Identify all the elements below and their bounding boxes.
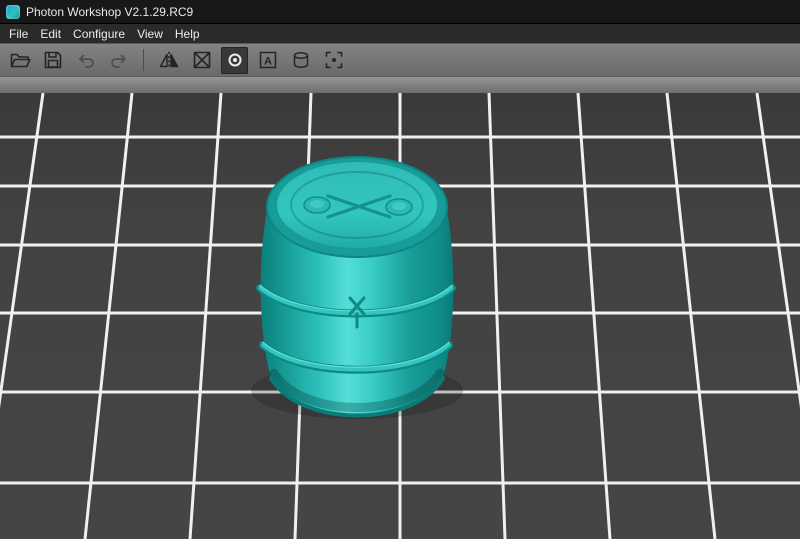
redo-button[interactable] [105,47,132,74]
svg-text:A: A [264,55,272,67]
resin-button[interactable] [287,47,314,74]
toolbar-lower-band [0,76,800,93]
barrel-bung-left [303,196,331,214]
build-plate-viewport[interactable] [0,93,800,539]
window-title: Photon Workshop V2.1.29.RC9 [26,4,194,19]
circle-dot-icon [228,53,241,67]
menu-view[interactable]: View [131,24,169,43]
frame-target-icon [325,51,342,69]
text-button[interactable]: A [254,47,281,74]
box-cross-icon [193,51,210,69]
undo-button[interactable] [72,47,99,74]
arrange-button[interactable] [188,47,215,74]
barrel-bung-right [385,198,413,216]
app-logo-icon [6,4,20,19]
title-bar: Photon Workshop V2.1.29.RC9 [0,0,800,24]
view-button[interactable] [221,46,248,74]
barrel-lid [266,156,448,258]
menu-help[interactable]: Help [169,24,206,43]
folder-open-icon [10,53,31,68]
menu-edit[interactable]: Edit [34,24,67,43]
undo-arrow-icon [78,54,94,68]
main-toolbar: A [0,43,800,76]
model-barrel[interactable] [251,156,463,419]
toolbar-separator [143,49,144,71]
redo-arrow-icon [110,54,126,68]
scene-canvas[interactable] [0,93,800,539]
letter-a-icon: A [259,51,276,69]
menu-bar: File Edit Configure View Help [0,24,800,43]
menu-file[interactable]: File [3,24,34,43]
save-button[interactable] [39,47,66,74]
save-icon [44,51,61,69]
menu-configure[interactable]: Configure [67,24,131,43]
cylinder-icon [293,51,308,69]
mirror-icon [159,51,178,69]
mirror-button[interactable] [155,47,182,74]
open-button[interactable] [6,47,33,74]
plate-button[interactable] [320,47,347,74]
